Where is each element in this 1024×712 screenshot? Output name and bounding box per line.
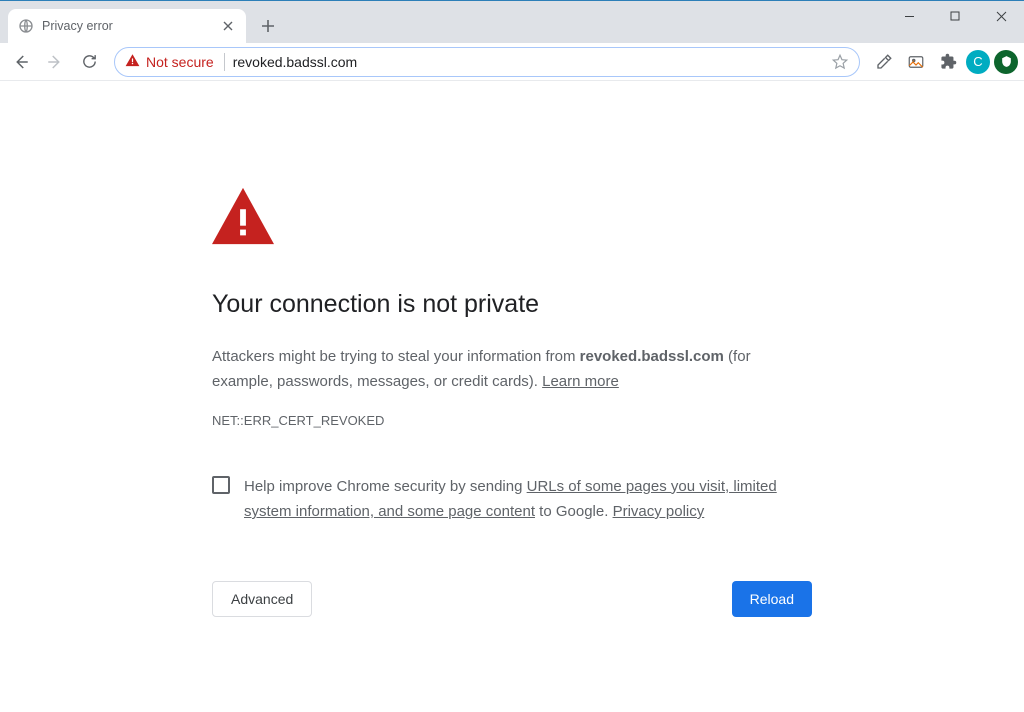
toolbar: Not secure revoked.badssl.com C (0, 43, 1024, 81)
new-tab-button[interactable] (254, 12, 282, 40)
minimize-button[interactable] (886, 1, 932, 31)
tab-strip: Privacy error (0, 1, 1024, 43)
page-heading: Your connection is not private (212, 290, 812, 319)
close-window-button[interactable] (978, 1, 1024, 31)
security-chip[interactable]: Not secure (125, 53, 225, 71)
desc-text-before: Attackers might be trying to steal your … (212, 348, 580, 365)
window-controls (886, 1, 1024, 35)
ssl-interstitial: Your connection is not private Attackers… (212, 187, 812, 617)
security-label: Not secure (146, 54, 214, 70)
profile-avatar[interactable]: C (966, 50, 990, 74)
desc-host: revoked.badssl.com (580, 348, 724, 365)
url-text: revoked.badssl.com (233, 54, 823, 70)
button-row: Advanced Reload (212, 581, 812, 617)
advanced-button[interactable]: Advanced (212, 581, 312, 617)
maximize-button[interactable] (932, 1, 978, 31)
learn-more-link[interactable]: Learn more (542, 373, 619, 390)
warning-description: Attackers might be trying to steal your … (212, 345, 812, 395)
extension-shield-icon[interactable] (994, 50, 1018, 74)
tab-title: Privacy error (42, 19, 212, 33)
forward-button[interactable] (40, 47, 70, 77)
page-content: Your connection is not private Attackers… (0, 81, 1024, 617)
warning-icon (125, 53, 140, 71)
tab-close-icon[interactable] (220, 18, 236, 34)
globe-icon (18, 18, 34, 34)
back-button[interactable] (6, 47, 36, 77)
opt-in-text-before: Help improve Chrome security by sending (244, 478, 527, 495)
opt-in-text-mid: to Google. (535, 503, 613, 520)
bookmark-star-icon[interactable] (831, 53, 849, 71)
opt-in-checkbox[interactable] (212, 476, 230, 494)
extensions-puzzle-icon[interactable] (934, 48, 962, 76)
warning-triangle-icon (212, 187, 274, 245)
extension-eyedropper-icon[interactable] (870, 48, 898, 76)
avatar-initial: C (973, 54, 982, 69)
privacy-policy-link[interactable]: Privacy policy (613, 503, 705, 520)
reload-button[interactable] (74, 47, 104, 77)
opt-in-label: Help improve Chrome security by sending … (244, 474, 812, 525)
extension-picture-icon[interactable] (902, 48, 930, 76)
opt-in-row: Help improve Chrome security by sending … (212, 474, 812, 525)
browser-tab[interactable]: Privacy error (8, 9, 246, 43)
reload-button-primary[interactable]: Reload (732, 581, 812, 617)
error-code: NET::ERR_CERT_REVOKED (212, 413, 812, 428)
address-bar[interactable]: Not secure revoked.badssl.com (114, 47, 860, 77)
